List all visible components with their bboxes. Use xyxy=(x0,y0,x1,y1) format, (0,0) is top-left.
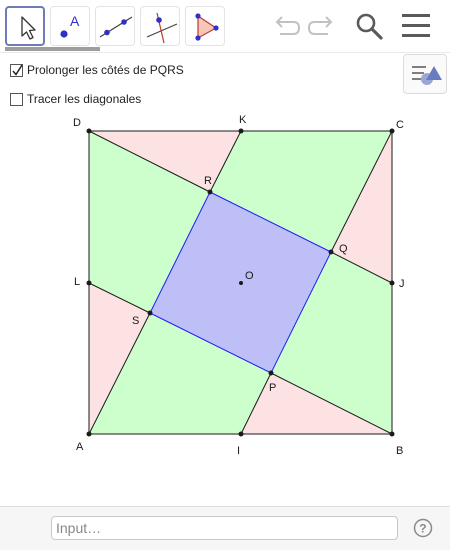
svg-text:?: ? xyxy=(419,522,426,536)
point-q[interactable] xyxy=(328,249,334,255)
label-i: I xyxy=(237,445,240,457)
geometry-canvas: D K C R Q O L J S P A I B xyxy=(73,114,405,457)
point-a[interactable] xyxy=(86,431,92,437)
point-l[interactable] xyxy=(86,280,92,286)
label-o: O xyxy=(245,270,254,282)
help-icon[interactable]: ? xyxy=(413,518,433,538)
point-p[interactable] xyxy=(268,370,274,376)
point-j[interactable] xyxy=(389,280,395,286)
label-a: A xyxy=(76,441,84,453)
label-j: J xyxy=(399,278,405,290)
label-p: P xyxy=(269,382,276,394)
point-d[interactable] xyxy=(86,128,92,134)
label-s: S xyxy=(132,315,139,327)
label-k: K xyxy=(239,114,247,126)
label-l: L xyxy=(74,276,80,288)
point-c[interactable] xyxy=(389,128,395,134)
label-b: B xyxy=(396,445,403,457)
point-s[interactable] xyxy=(147,310,153,316)
label-c: C xyxy=(396,119,404,131)
label-r: R xyxy=(204,175,212,187)
label-d: D xyxy=(73,117,81,129)
input-bar: ? xyxy=(0,506,450,550)
point-r[interactable] xyxy=(207,189,213,195)
point-i[interactable] xyxy=(238,431,244,437)
point-k[interactable] xyxy=(238,128,244,134)
point-b[interactable] xyxy=(389,431,395,437)
label-q: Q xyxy=(339,243,348,255)
point-o[interactable] xyxy=(239,281,243,285)
algebra-input[interactable] xyxy=(51,516,398,540)
